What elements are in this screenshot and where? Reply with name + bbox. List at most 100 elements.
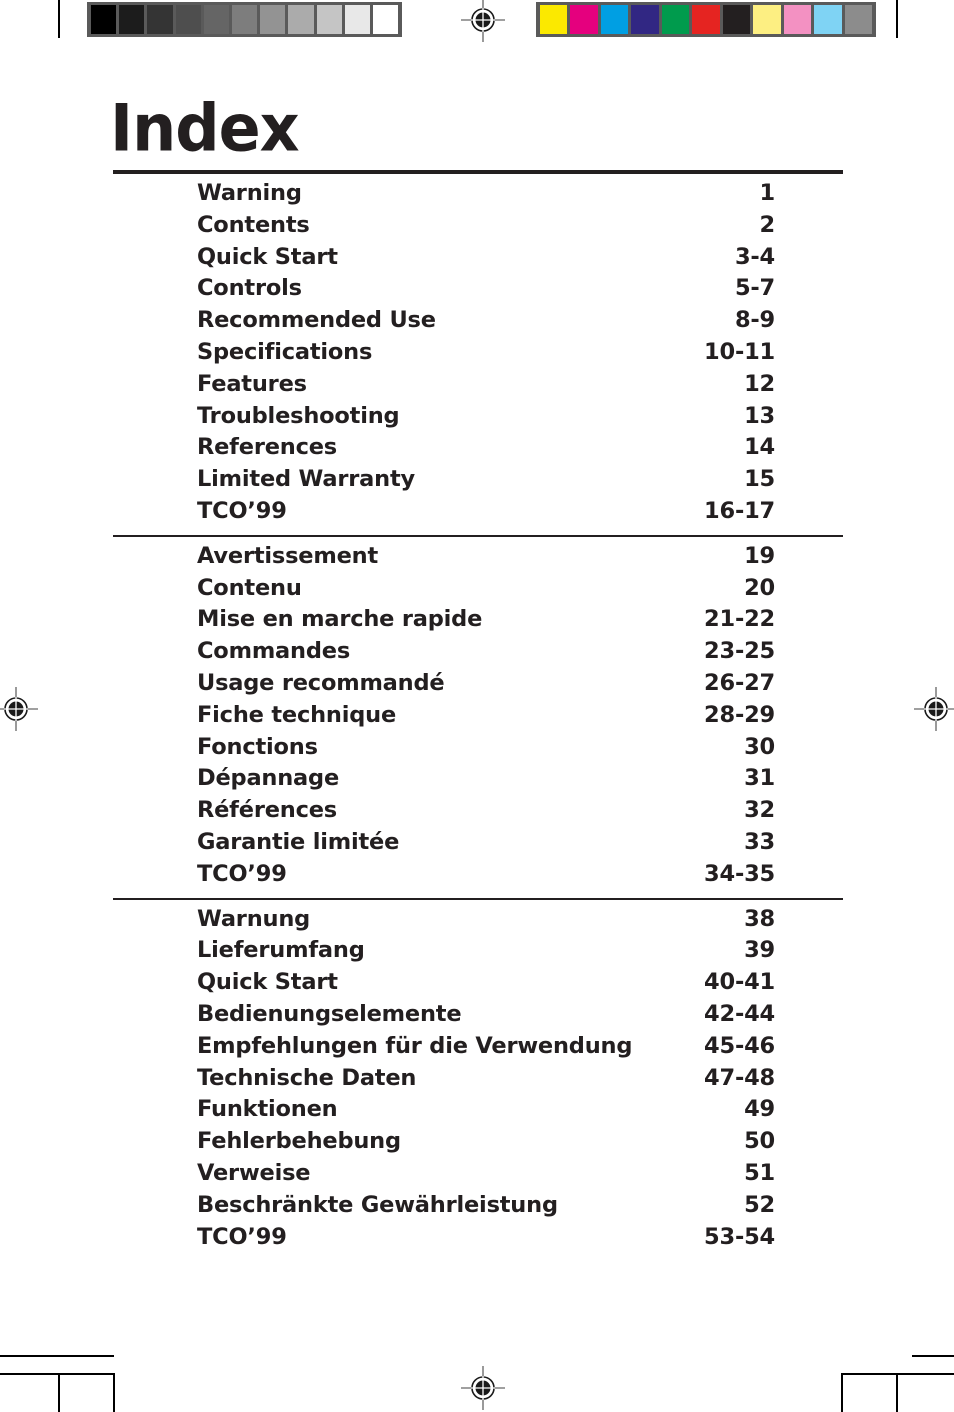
- index-entry-pages: 47-48: [704, 1064, 775, 1091]
- index-entry-label: Features: [197, 370, 307, 397]
- calibration-patch: [631, 5, 659, 34]
- index-entry-pages: 33: [744, 828, 775, 855]
- calibration-patch: [661, 5, 690, 34]
- index-entry-label: Dépannage: [197, 765, 340, 792]
- registration-target-icon-right: [914, 687, 954, 731]
- index-entry-label: Contents: [197, 211, 310, 238]
- index-entry-pages: 50: [744, 1128, 775, 1155]
- index-entry-label: Technische Daten: [197, 1064, 417, 1091]
- index-entry-pages: 40-41: [704, 969, 775, 996]
- index-entry-label: TCO’99: [197, 860, 287, 887]
- index-entry-label: Warnung: [197, 905, 311, 932]
- calibration-patch: [540, 5, 568, 34]
- index-entry-label: Quick Start: [197, 969, 338, 996]
- index-entry-label: TCO’99: [197, 497, 287, 524]
- index-entry[interactable]: Dépannage 31: [113, 765, 843, 797]
- index-entry-label: Fehlerbehebung: [197, 1128, 401, 1155]
- index-entry[interactable]: Warnung 38: [113, 906, 843, 938]
- index-entry[interactable]: Limited Warranty 15: [113, 466, 843, 498]
- index-entry[interactable]: Warning 1: [113, 180, 843, 212]
- index-entry-pages: 2: [759, 211, 776, 238]
- index-entry-label: Specifications: [197, 338, 373, 365]
- index-entry[interactable]: Quick Start 3-4: [113, 244, 843, 276]
- calibration-patch: [175, 5, 201, 34]
- index-entry-pages: 49: [744, 1096, 775, 1123]
- index-entry[interactable]: Mise en marche rapide 21-22: [113, 606, 843, 638]
- index-entry[interactable]: Fonctions 30: [113, 734, 843, 766]
- index-entry-pages: 19: [744, 542, 775, 569]
- index-entry[interactable]: Références 32: [113, 797, 843, 829]
- index-entry[interactable]: Quick Start 40-41: [113, 969, 843, 1001]
- crop-mark-bottom-right-horizontal-inner: [842, 1373, 954, 1375]
- grayscale-calibration-strip: [87, 2, 402, 37]
- index-entry[interactable]: Fiche technique 28-29: [113, 702, 843, 734]
- index-entry-pages: 42-44: [704, 1000, 775, 1027]
- index-entry[interactable]: Garantie limitée 33: [113, 829, 843, 861]
- index-entry[interactable]: Verweise 51: [113, 1160, 843, 1192]
- index-entry-pages: 38: [744, 905, 775, 932]
- index-section-german: Warnung 38 Lieferumfang 39 Quick Start 40-41 B…: [113, 900, 843, 1261]
- index-entry-label: Troubleshooting: [197, 402, 400, 429]
- index-entry-pages: 34-35: [704, 860, 775, 887]
- index-entry[interactable]: Avertissement 19: [113, 543, 843, 575]
- index-entry-pages: 10-11: [704, 338, 775, 365]
- index-entry[interactable]: Beschränkte Gewährleistung 52: [113, 1192, 843, 1224]
- index-entry[interactable]: TCO’99 53-54: [113, 1224, 843, 1256]
- index-entry-label: Controls: [197, 275, 302, 302]
- calibration-patch: [316, 5, 342, 34]
- index-entry-pages: 26-27: [704, 669, 775, 696]
- registration-target-icon-left: [0, 687, 38, 731]
- index-entry[interactable]: Fehlerbehebung 50: [113, 1128, 843, 1160]
- index-entry[interactable]: TCO’99 34-35: [113, 861, 843, 893]
- index-entry[interactable]: Contents 2: [113, 212, 843, 244]
- index-entry-label: References: [197, 434, 337, 461]
- index-entry[interactable]: Bedienungselemente 42-44: [113, 1001, 843, 1033]
- index-entry-pages: 21-22: [704, 606, 775, 633]
- index-entry[interactable]: Specifications 10-11: [113, 339, 843, 371]
- calibration-patch: [91, 5, 117, 34]
- calibration-patch: [260, 5, 286, 34]
- index-entry[interactable]: TCO’99 16-17: [113, 498, 843, 530]
- index-entry-label: Avertissement: [197, 542, 379, 569]
- index-entry-label: Références: [197, 797, 337, 824]
- crop-mark-bottom-right-horizontal-outer: [912, 1355, 954, 1357]
- index-entry[interactable]: Troubleshooting 13: [113, 403, 843, 435]
- index-entry-label: Empfehlungen für die Verwendung: [197, 1032, 633, 1059]
- calibration-patch: [344, 5, 370, 34]
- crop-mark-bottom-right-vertical-outer: [896, 1373, 898, 1412]
- index-entry-pages: 8-9: [734, 307, 775, 334]
- index-entry-pages: 32: [744, 797, 775, 824]
- index-entry-pages: 1: [759, 180, 776, 206]
- index-entry-label: Contenu: [197, 574, 302, 601]
- index-entry-pages: 14: [744, 434, 775, 461]
- index-entry[interactable]: Commandes 23-25: [113, 638, 843, 670]
- index-entry[interactable]: Empfehlungen für die Verwendung 45-46: [113, 1033, 843, 1065]
- index-entry-label: Bedienungselemente: [197, 1000, 462, 1027]
- index-entry-label: Beschränkte Gewährleistung: [197, 1191, 558, 1218]
- index-entry-pages: 45-46: [704, 1032, 775, 1059]
- index-entry-label: Limited Warranty: [197, 466, 415, 493]
- index-entry-pages: 16-17: [704, 497, 775, 524]
- registration-target-icon-top: [461, 0, 505, 42]
- index-entry[interactable]: Lieferumfang 39: [113, 937, 843, 969]
- index-entry[interactable]: Controls 5-7: [113, 275, 843, 307]
- page-title: Index: [110, 89, 300, 167]
- calibration-patch: [753, 5, 781, 34]
- index-entry[interactable]: Features 12: [113, 371, 843, 403]
- index-entry[interactable]: Technische Daten 47-48: [113, 1065, 843, 1097]
- index-entry[interactable]: Funktionen 49: [113, 1096, 843, 1128]
- index-entry-label: Verweise: [197, 1159, 311, 1186]
- index-entry[interactable]: Usage recommandé 26-27: [113, 670, 843, 702]
- index-entry-label: Lieferumfang: [197, 937, 365, 964]
- index-entry-pages: 53-54: [704, 1223, 775, 1250]
- calibration-patch: [119, 5, 145, 34]
- index-entry-label: Fonctions: [197, 733, 318, 760]
- index-entry[interactable]: Recommended Use 8-9: [113, 307, 843, 339]
- index-entry-pages: 3-4: [734, 243, 775, 270]
- index-entry[interactable]: References 14: [113, 434, 843, 466]
- index-entry-pages: 23-25: [704, 638, 775, 665]
- crop-mark-bottom-left-vertical-outer: [58, 1373, 60, 1412]
- index-entry[interactable]: Contenu 20: [113, 575, 843, 607]
- calibration-patch: [722, 5, 751, 34]
- index-entry-pages: 15: [744, 466, 775, 493]
